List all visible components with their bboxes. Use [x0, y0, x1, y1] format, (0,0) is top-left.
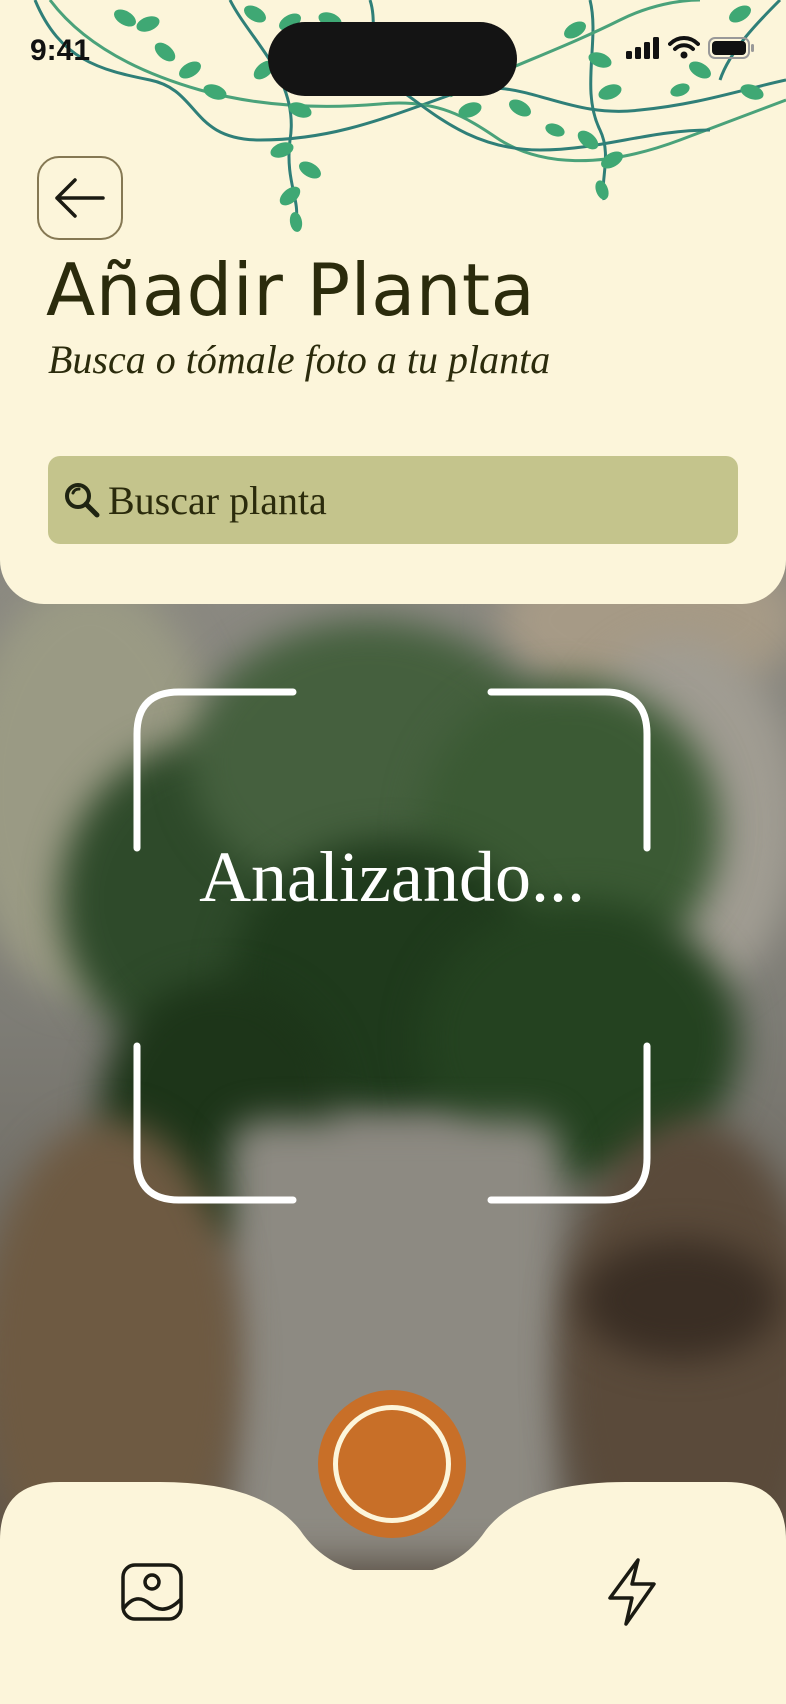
header-panel: 9:41 Añadir Planta Busca o tómale foto a…: [0, 0, 786, 604]
page-title: Añadir Planta: [46, 248, 536, 332]
page-subtitle: Busca o tómale foto a tu planta: [48, 337, 551, 382]
arrow-left-icon: [55, 178, 105, 218]
battery-icon: [708, 37, 754, 59]
search-input[interactable]: Buscar planta: [48, 456, 738, 544]
signal-icon: [626, 37, 659, 59]
flash-icon[interactable]: [604, 1558, 660, 1626]
dynamic-island: [268, 22, 517, 96]
analyzing-status: Analizando...: [199, 837, 585, 917]
shutter-button[interactable]: [318, 1390, 466, 1538]
back-button[interactable]: [37, 156, 123, 240]
add-plant-screen: 9:41 Añadir Planta Busca o tómale foto a…: [0, 0, 786, 1704]
wifi-icon: [668, 36, 700, 59]
search-placeholder: Buscar planta: [108, 477, 327, 523]
shutter-ring: [333, 1405, 451, 1523]
scanner-frame: Analizando...: [133, 688, 651, 1204]
search-icon: [65, 483, 100, 518]
image-icon[interactable]: [120, 1562, 184, 1622]
status-time: 9:41: [30, 34, 91, 67]
scanner-corners: [133, 688, 651, 1204]
status-icons: [626, 36, 756, 60]
